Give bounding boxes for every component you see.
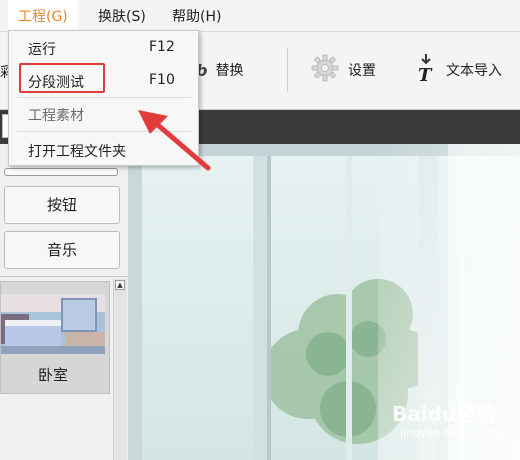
left-divider <box>0 276 128 277</box>
menu-item-run[interactable]: 运行 F12 <box>9 32 198 64</box>
menu-item-label: 工程素材 <box>28 108 84 124</box>
menu-bar: 工程(G) 换肤(S) 帮助(H) <box>0 0 520 32</box>
gear-icon <box>310 53 340 87</box>
thumbnail-label: 卧室 <box>37 366 68 384</box>
settings-label: 设置 <box>348 63 376 79</box>
text-import-label: 文本导入 <box>446 63 502 79</box>
svg-text:T: T <box>418 65 433 83</box>
text-import-icon: T <box>414 53 438 87</box>
menu-help[interactable]: 帮助(H) <box>162 0 231 32</box>
text-import-button[interactable]: T 文本导入 <box>414 50 502 90</box>
button-category[interactable]: 按钮 <box>4 186 120 224</box>
settings-button[interactable]: 设置 <box>310 50 376 90</box>
bedroom-thumbnail[interactable]: 卧室 <box>0 281 110 394</box>
replace-button[interactable]: b 替换 <box>196 50 243 90</box>
left-slider[interactable] <box>4 168 118 176</box>
left-scrollbar[interactable] <box>113 279 127 460</box>
menu-skin[interactable]: 换肤(S) <box>88 0 156 32</box>
bedroom-image <box>1 294 105 354</box>
annotation-highlight-box <box>19 63 105 93</box>
scroll-up-arrow-icon[interactable]: ▲ <box>115 280 125 290</box>
menu-project[interactable]: 工程(G) <box>8 0 78 32</box>
replace-label: 替换 <box>215 63 244 79</box>
menu-item-shortcut: F10 <box>149 72 175 88</box>
toolbar-separator <box>287 48 288 92</box>
menu-item-shortcut: F12 <box>149 39 175 55</box>
annotation-arrow-icon <box>138 110 211 171</box>
watermark-url: jingyan.baidu.com <box>400 426 502 439</box>
menu-item-label: 运行 <box>28 42 56 58</box>
music-category[interactable]: 音乐 <box>4 231 120 269</box>
menu-item-label: 打开工程文件夹 <box>28 144 126 160</box>
watermark-logo: Baidu经验 <box>392 402 497 426</box>
